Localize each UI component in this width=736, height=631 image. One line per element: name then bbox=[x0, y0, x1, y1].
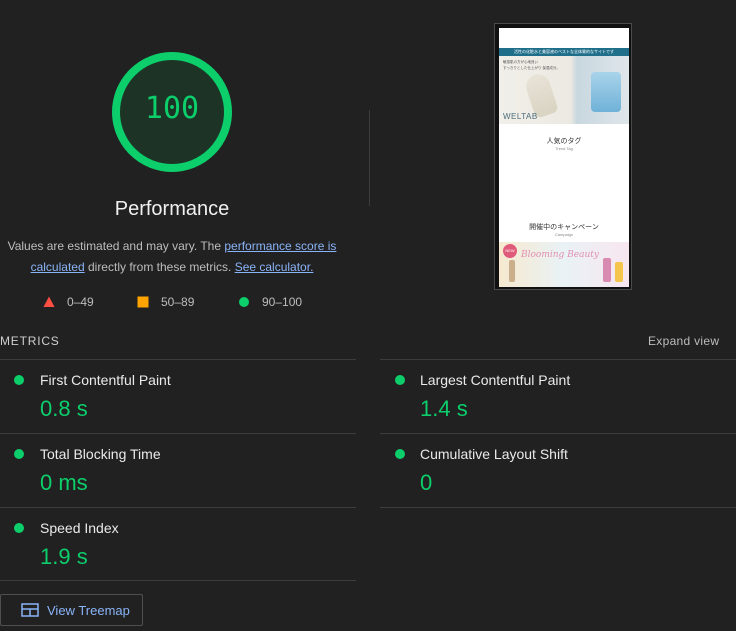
pass-circle-icon bbox=[395, 449, 405, 459]
square-icon bbox=[137, 296, 149, 308]
campaign-image: NEW Blooming Beauty bbox=[499, 242, 629, 287]
campaign-script-text: Blooming Beauty bbox=[521, 250, 599, 260]
view-treemap-label: View Treemap bbox=[47, 602, 130, 618]
metric-lcp-title: Largest Contentful Paint bbox=[420, 372, 571, 388]
view-treemap-button[interactable]: View Treemap bbox=[0, 594, 143, 626]
metric-divider bbox=[0, 359, 356, 360]
legend-pass: 90–100 bbox=[238, 294, 302, 310]
screenshot-banner: 活性の化粧水と美容液のベストな全体質的なサイトです bbox=[499, 48, 629, 56]
metric-cls-title: Cumulative Layout Shift bbox=[420, 446, 568, 462]
metric-fcp-title: First Contentful Paint bbox=[40, 372, 171, 388]
pass-circle-icon bbox=[14, 523, 24, 533]
metric-divider bbox=[380, 359, 736, 360]
metrics-heading: METRICS bbox=[0, 334, 60, 348]
tag-heading: 人気のタグ bbox=[546, 138, 582, 145]
divider bbox=[369, 110, 370, 206]
campaign-heading: 開催中のキャンペーン bbox=[529, 224, 599, 231]
see-calculator-link[interactable]: See calculator. bbox=[235, 260, 314, 274]
product-bottle bbox=[615, 262, 623, 282]
new-badge: NEW bbox=[503, 244, 517, 258]
metric-divider bbox=[0, 507, 356, 508]
circle-icon bbox=[239, 297, 249, 307]
pass-circle-icon bbox=[14, 449, 24, 459]
pass-circle-icon bbox=[395, 375, 405, 385]
description-text: Values are estimated and may vary. The bbox=[7, 239, 225, 253]
metric-tbt-value: 0 ms bbox=[40, 470, 88, 495]
hero-text: すっきりとした仕上がり 保湿成分。 bbox=[503, 66, 560, 70]
legend-label: 50–89 bbox=[161, 295, 195, 309]
product-bottle bbox=[509, 260, 515, 282]
metric-fcp-value: 0.8 s bbox=[40, 396, 88, 421]
campaign-subheading: Campaign bbox=[554, 232, 574, 237]
category-title: Performance bbox=[114, 198, 230, 220]
treemap-icon bbox=[21, 603, 39, 617]
product-pack bbox=[591, 72, 621, 112]
metric-divider bbox=[380, 507, 736, 508]
tag-subheading: Trend Tag bbox=[555, 146, 573, 151]
triangle-icon bbox=[43, 296, 55, 307]
metric-divider bbox=[380, 433, 736, 434]
brand-logo: WELTAB bbox=[503, 112, 538, 121]
legend-label: 0–49 bbox=[67, 295, 94, 309]
metric-divider bbox=[0, 580, 356, 581]
description-text-2: directly from these metrics. bbox=[84, 260, 235, 274]
metric-lcp-value: 1.4 s bbox=[420, 396, 468, 421]
metric-si-title: Speed Index bbox=[40, 520, 119, 536]
metric-tbt-title: Total Blocking Time bbox=[40, 446, 161, 462]
legend-average: 50–89 bbox=[137, 294, 194, 310]
expand-view-toggle[interactable]: Expand view bbox=[648, 334, 719, 348]
screenshot-hero: 敏感肌の方が心地良い すっきりとした仕上がり 保湿成分。 WELTAB bbox=[499, 56, 629, 124]
metric-divider bbox=[0, 433, 356, 434]
score-description: Values are estimated and may vary. The p… bbox=[0, 236, 344, 278]
metric-si-value: 1.9 s bbox=[40, 544, 88, 569]
final-screenshot[interactable]: 活性の化粧水と美容液のベストな全体質的なサイトです 敏感肌の方が心地良い すっき… bbox=[499, 28, 629, 287]
hero-text: 敏感肌の方が心地良い bbox=[503, 60, 538, 64]
legend-label: 90–100 bbox=[262, 295, 303, 309]
product-bottle bbox=[603, 258, 611, 282]
metric-cls-value: 0 bbox=[420, 470, 433, 495]
performance-score: 100 bbox=[144, 91, 200, 126]
pass-circle-icon bbox=[14, 375, 24, 385]
legend-fail: 0–49 bbox=[43, 294, 94, 310]
